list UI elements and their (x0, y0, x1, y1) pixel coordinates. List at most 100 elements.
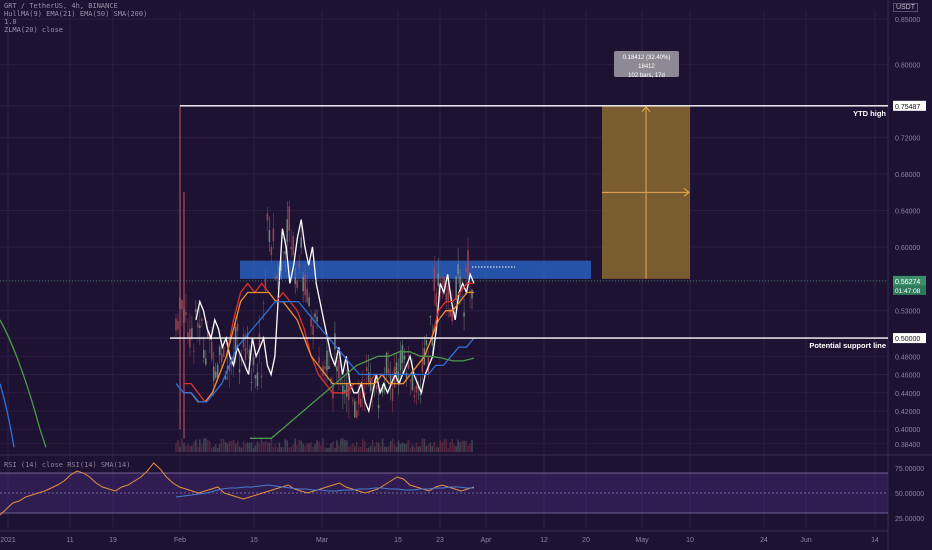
volume-bar-139 (451, 438, 453, 452)
candle-body-121 (415, 385, 418, 393)
volume-bar-76 (326, 447, 328, 452)
candle-body-87 (348, 385, 350, 401)
volume-bar-120 (413, 447, 416, 452)
time-tick-1: 11 (66, 537, 73, 544)
currency-label[interactable]: USDT (892, 3, 918, 12)
volume-bar-73 (320, 445, 322, 452)
candle-body-113 (399, 350, 402, 371)
price-tick-5: 0.64000 (895, 208, 920, 215)
volume-bars (175, 438, 473, 452)
price-tick-2: 0.75487 (895, 104, 920, 111)
candle-body-109 (391, 388, 394, 401)
indicator-line-3 (175, 300, 475, 403)
price-tick-12: 0.44000 (895, 391, 920, 398)
volume-bar-33 (240, 447, 243, 452)
volume-bar-72 (318, 441, 320, 452)
volume-bar-24 (222, 439, 225, 452)
measure-line2: 102 bars, 17d (628, 73, 665, 79)
volume-bar-58 (290, 446, 293, 452)
rsi-legend[interactable]: RSI (14) close RSI(14) SMA(14) (4, 461, 130, 469)
legend-line4[interactable]: ZLMA(20) close (4, 26, 147, 34)
candle-body-8 (191, 328, 193, 338)
volume-bar-2 (179, 446, 181, 452)
volume-bar-38 (250, 442, 253, 452)
candle-body-59 (292, 236, 295, 256)
volume-bar-134 (441, 441, 444, 452)
candle-body-144 (461, 295, 463, 297)
zones[interactable] (240, 105, 690, 279)
volume-bar-51 (276, 447, 279, 452)
volume-bar-45 (264, 440, 267, 452)
volume-bar-31 (236, 440, 239, 452)
volume-bar-1 (177, 440, 179, 452)
price-tick-1: 0.80000 (895, 63, 920, 70)
volume-bar-93 (359, 446, 362, 452)
volume-bar-71 (316, 440, 318, 452)
rsi-tick-2: 25.00000 (895, 516, 924, 523)
candle-body-71 (316, 316, 318, 322)
volume-bar-20 (214, 444, 217, 452)
volume-bar-15 (205, 438, 207, 452)
volume-bar-123 (419, 446, 422, 452)
volume-bar-28 (230, 440, 233, 452)
rsi-tick-1: 50.00000 (895, 491, 924, 498)
candle-body-67 (308, 297, 310, 307)
volume-bar-113 (399, 443, 402, 452)
candle-body-115 (403, 355, 406, 360)
volume-bar-42 (258, 443, 261, 452)
volume-bar-135 (443, 439, 445, 452)
candle-body-63 (300, 237, 302, 248)
candle-body-35 (244, 347, 247, 360)
candle-body-38 (250, 382, 253, 383)
candle-body-96 (365, 367, 368, 372)
volume-bar-121 (415, 442, 418, 452)
volume-bar-111 (395, 446, 398, 452)
volume-bar-116 (405, 443, 408, 452)
candle-body-56 (286, 219, 289, 243)
volume-bar-126 (425, 445, 428, 452)
candle-body-3 (181, 300, 183, 309)
volume-bar-100 (373, 446, 376, 452)
candle-body-149 (471, 289, 473, 299)
chart-canvas[interactable]: YTD high Potential support line 75.00000 5… (0, 0, 932, 550)
indicator-lines (0, 219, 475, 448)
candle-body-20 (214, 371, 217, 378)
candle-body-41 (256, 372, 259, 387)
volume-bar-90 (354, 446, 356, 452)
candle-body-116 (405, 372, 408, 378)
volume-bar-83 (340, 438, 342, 452)
candle-body-23 (220, 353, 223, 362)
legend-pair[interactable]: GRT / TetherUS, 4h, BINANCE (4, 2, 147, 10)
volume-bar-11 (197, 446, 199, 452)
price-tick-14: 0.40000 (895, 427, 920, 434)
candle-body-31 (236, 323, 239, 332)
volume-bar-47 (268, 442, 271, 452)
volume-bar-136 (445, 439, 447, 452)
legend-line3[interactable]: 1.0 (4, 18, 147, 26)
time-tick-7: 23 (436, 537, 444, 544)
volume-bar-21 (216, 447, 219, 452)
candle-body-137 (447, 285, 449, 301)
volume-bar-8 (191, 445, 193, 452)
time-tick-0: 2021 (0, 537, 16, 544)
volume-bar-27 (228, 441, 231, 452)
time-axis[interactable]: 2021 11 19 Feb 15 Mar 15 23 Apr 12 20 May 10 24 Jun 14 (0, 537, 879, 544)
volume-bar-12 (199, 439, 201, 452)
volume-bar-49 (272, 447, 275, 452)
volume-bar-14 (203, 438, 205, 452)
candle-body-98 (369, 380, 372, 391)
volume-bar-69 (312, 447, 314, 452)
candle-body-69 (312, 325, 314, 336)
legend-ma[interactable]: HullMA(9) EMA(21) EMA(50) SMA(200) (4, 10, 147, 18)
volume-bar-17 (208, 441, 211, 452)
candle-body-130 (433, 267, 436, 291)
price-tick-4: 0.68000 (895, 172, 920, 179)
volume-bar-129 (431, 446, 434, 452)
volume-bar-16 (206, 440, 209, 452)
candle-body-5 (185, 312, 187, 316)
volume-bar-60 (294, 438, 296, 452)
volume-bar-7 (189, 445, 191, 452)
price-axis[interactable]: 0.85000 0.80000 0.75487 0.72000 0.68000 0.640… (893, 17, 926, 449)
volume-bar-32 (238, 446, 241, 452)
volume-bar-146 (465, 440, 467, 452)
